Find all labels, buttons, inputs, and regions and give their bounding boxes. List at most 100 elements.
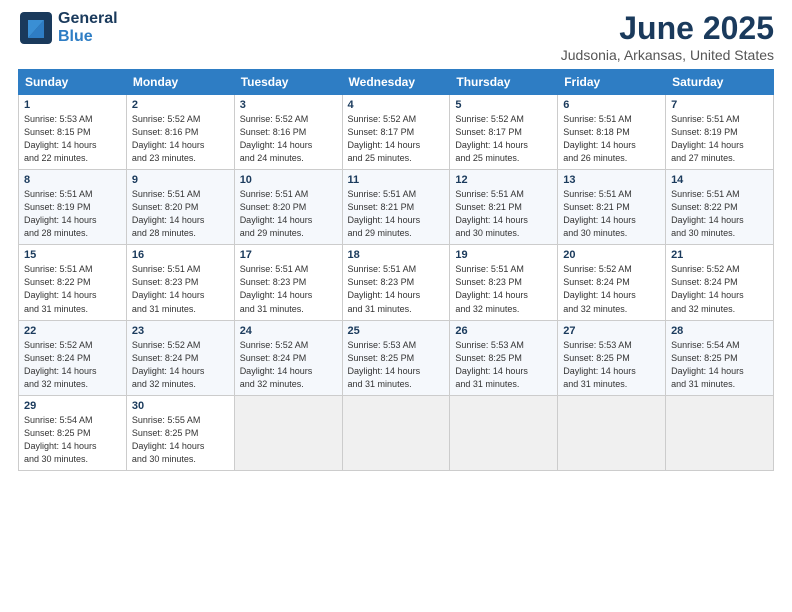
calendar-cell: 23 Sunrise: 5:52 AM Sunset: 8:24 PM Dayli… <box>126 320 234 395</box>
header: General Blue June 2025 Judsonia, Arkansa… <box>18 10 774 63</box>
day-number: 14 <box>671 174 768 186</box>
day-number: 6 <box>563 99 660 111</box>
day-number: 5 <box>455 99 552 111</box>
calendar-cell: 8 Sunrise: 5:51 AM Sunset: 8:19 PM Daylig… <box>19 170 127 245</box>
day-number: 15 <box>24 249 121 261</box>
calendar-cell: 27 Sunrise: 5:53 AM Sunset: 8:25 PM Dayli… <box>558 320 666 395</box>
day-info: Sunrise: 5:52 AM Sunset: 8:17 PM Dayligh… <box>455 113 552 165</box>
day-number: 10 <box>240 174 337 186</box>
logo-word-blue: Blue <box>58 28 118 46</box>
day-info: Sunrise: 5:51 AM Sunset: 8:21 PM Dayligh… <box>455 188 552 240</box>
calendar-cell: 4Sunrise: 5:52 AM Sunset: 8:17 PM Daylig… <box>342 95 450 170</box>
day-number: 27 <box>563 325 660 337</box>
calendar-cell: 3 Sunrise: 5:52 AM Sunset: 8:16 PM Daylig… <box>234 95 342 170</box>
calendar-cell: 14 Sunrise: 5:51 AM Sunset: 8:22 PM Dayli… <box>666 170 774 245</box>
day-number: 19 <box>455 249 552 261</box>
day-info: Sunrise: 5:54 AM Sunset: 8:25 PM Dayligh… <box>24 414 121 466</box>
day-number: 11 <box>348 174 445 186</box>
calendar-cell: 13 Sunrise: 5:51 AM Sunset: 8:21 PM Dayli… <box>558 170 666 245</box>
day-info: Sunrise: 5:52 AM Sunset: 8:24 PM Dayligh… <box>24 339 121 391</box>
calendar-cell <box>666 395 774 470</box>
calendar-week-3: 22Sunrise: 5:52 AM Sunset: 8:24 PM Dayli… <box>19 320 774 395</box>
page: General Blue June 2025 Judsonia, Arkansa… <box>0 0 792 612</box>
day-number: 30 <box>132 400 229 412</box>
calendar-cell: 22Sunrise: 5:52 AM Sunset: 8:24 PM Dayli… <box>19 320 127 395</box>
day-number: 13 <box>563 174 660 186</box>
day-info: Sunrise: 5:52 AM Sunset: 8:16 PM Dayligh… <box>132 113 229 165</box>
calendar-cell <box>234 395 342 470</box>
day-info: Sunrise: 5:51 AM Sunset: 8:22 PM Dayligh… <box>671 188 768 240</box>
day-info: Sunrise: 5:52 AM Sunset: 8:16 PM Dayligh… <box>240 113 337 165</box>
day-info: Sunrise: 5:51 AM Sunset: 8:19 PM Dayligh… <box>24 188 121 240</box>
day-number: 28 <box>671 325 768 337</box>
day-number: 20 <box>563 249 660 261</box>
calendar-cell: 25Sunrise: 5:53 AM Sunset: 8:25 PM Dayli… <box>342 320 450 395</box>
calendar-cell: 20 Sunrise: 5:52 AM Sunset: 8:24 PM Dayli… <box>558 245 666 320</box>
day-info: Sunrise: 5:55 AM Sunset: 8:25 PM Dayligh… <box>132 414 229 466</box>
calendar-cell: 10 Sunrise: 5:51 AM Sunset: 8:20 PM Dayli… <box>234 170 342 245</box>
calendar-cell: 24 Sunrise: 5:52 AM Sunset: 8:24 PM Dayli… <box>234 320 342 395</box>
day-info: Sunrise: 5:52 AM Sunset: 8:24 PM Dayligh… <box>132 339 229 391</box>
day-number: 2 <box>132 99 229 111</box>
day-number: 1 <box>24 99 121 111</box>
day-info: Sunrise: 5:52 AM Sunset: 8:24 PM Dayligh… <box>240 339 337 391</box>
header-wednesday: Wednesday <box>342 70 450 95</box>
day-number: 12 <box>455 174 552 186</box>
calendar-cell: 15 Sunrise: 5:51 AM Sunset: 8:22 PM Dayli… <box>19 245 127 320</box>
calendar-cell: 29Sunrise: 5:54 AM Sunset: 8:25 PM Dayli… <box>19 395 127 470</box>
day-info: Sunrise: 5:51 AM Sunset: 8:20 PM Dayligh… <box>132 188 229 240</box>
day-number: 25 <box>348 325 445 337</box>
day-number: 21 <box>671 249 768 261</box>
day-number: 8 <box>24 174 121 186</box>
calendar-cell: 7 Sunrise: 5:51 AM Sunset: 8:19 PM Daylig… <box>666 95 774 170</box>
day-info: Sunrise: 5:51 AM Sunset: 8:22 PM Dayligh… <box>24 263 121 315</box>
calendar-subtitle: Judsonia, Arkansas, United States <box>561 47 774 63</box>
header-sunday: Sunday <box>19 70 127 95</box>
day-number: 3 <box>240 99 337 111</box>
day-number: 24 <box>240 325 337 337</box>
day-number: 23 <box>132 325 229 337</box>
day-info: Sunrise: 5:53 AM Sunset: 8:25 PM Dayligh… <box>563 339 660 391</box>
calendar-table: Sunday Monday Tuesday Wednesday Thursday… <box>18 69 774 471</box>
day-info: Sunrise: 5:52 AM Sunset: 8:24 PM Dayligh… <box>563 263 660 315</box>
calendar-week-0: 1 Sunrise: 5:53 AM Sunset: 8:15 PM Daylig… <box>19 95 774 170</box>
calendar-cell: 21 Sunrise: 5:52 AM Sunset: 8:24 PM Dayli… <box>666 245 774 320</box>
calendar-cell: 9Sunrise: 5:51 AM Sunset: 8:20 PM Daylig… <box>126 170 234 245</box>
header-monday: Monday <box>126 70 234 95</box>
day-info: Sunrise: 5:51 AM Sunset: 8:20 PM Dayligh… <box>240 188 337 240</box>
day-number: 16 <box>132 249 229 261</box>
day-info: Sunrise: 5:52 AM Sunset: 8:24 PM Dayligh… <box>671 263 768 315</box>
day-number: 26 <box>455 325 552 337</box>
day-info: Sunrise: 5:53 AM Sunset: 8:15 PM Dayligh… <box>24 113 121 165</box>
calendar-cell: 18Sunrise: 5:51 AM Sunset: 8:23 PM Dayli… <box>342 245 450 320</box>
calendar-week-4: 29Sunrise: 5:54 AM Sunset: 8:25 PM Dayli… <box>19 395 774 470</box>
logo: General Blue <box>18 10 118 46</box>
calendar-cell: 17Sunrise: 5:51 AM Sunset: 8:23 PM Dayli… <box>234 245 342 320</box>
calendar-cell: 28Sunrise: 5:54 AM Sunset: 8:25 PM Dayli… <box>666 320 774 395</box>
calendar-cell: 30 Sunrise: 5:55 AM Sunset: 8:25 PM Dayli… <box>126 395 234 470</box>
day-info: Sunrise: 5:51 AM Sunset: 8:19 PM Dayligh… <box>671 113 768 165</box>
day-number: 7 <box>671 99 768 111</box>
calendar-cell: 26Sunrise: 5:53 AM Sunset: 8:25 PM Dayli… <box>450 320 558 395</box>
day-info: Sunrise: 5:51 AM Sunset: 8:21 PM Dayligh… <box>563 188 660 240</box>
day-info: Sunrise: 5:51 AM Sunset: 8:23 PM Dayligh… <box>455 263 552 315</box>
logo-icon <box>18 10 54 46</box>
calendar-cell: 12 Sunrise: 5:51 AM Sunset: 8:21 PM Dayli… <box>450 170 558 245</box>
logo-word-general: General <box>58 10 118 28</box>
calendar-week-2: 15 Sunrise: 5:51 AM Sunset: 8:22 PM Dayli… <box>19 245 774 320</box>
calendar-cell: 5 Sunrise: 5:52 AM Sunset: 8:17 PM Daylig… <box>450 95 558 170</box>
calendar-title: June 2025 <box>561 10 774 47</box>
day-number: 4 <box>348 99 445 111</box>
calendar-cell: 11 Sunrise: 5:51 AM Sunset: 8:21 PM Dayli… <box>342 170 450 245</box>
calendar-cell: 1 Sunrise: 5:53 AM Sunset: 8:15 PM Daylig… <box>19 95 127 170</box>
day-info: Sunrise: 5:51 AM Sunset: 8:18 PM Dayligh… <box>563 113 660 165</box>
calendar-cell: 2 Sunrise: 5:52 AM Sunset: 8:16 PM Daylig… <box>126 95 234 170</box>
calendar-cell <box>450 395 558 470</box>
header-thursday: Thursday <box>450 70 558 95</box>
day-info: Sunrise: 5:51 AM Sunset: 8:23 PM Dayligh… <box>132 263 229 315</box>
calendar-cell <box>342 395 450 470</box>
header-tuesday: Tuesday <box>234 70 342 95</box>
day-info: Sunrise: 5:51 AM Sunset: 8:21 PM Dayligh… <box>348 188 445 240</box>
header-friday: Friday <box>558 70 666 95</box>
calendar-cell: 16 Sunrise: 5:51 AM Sunset: 8:23 PM Dayli… <box>126 245 234 320</box>
